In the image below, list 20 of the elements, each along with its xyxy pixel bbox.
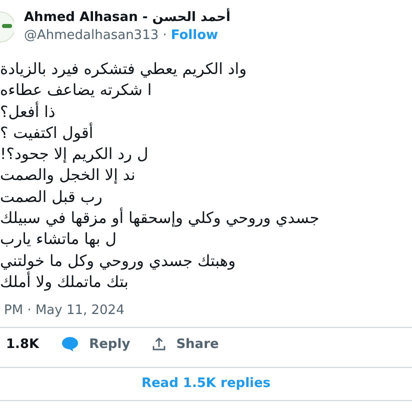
tweet-text-line: ا شكرته يضاعف عطاءه	[0, 80, 152, 102]
tweet-text-line: بتك ماتملك ولا أملك	[0, 272, 128, 293]
timestamp: PM · May 11, 2024	[4, 303, 126, 318]
tweet-text-line: رب قبل الصمت	[0, 186, 102, 208]
avatar	[0, 10, 14, 42]
author-handle: @Ahmedalhasan313 ·	[24, 28, 167, 43]
speech-bubble-icon	[61, 336, 80, 352]
tweet-text-line: أقول اكتفيت ؟	[0, 122, 94, 144]
tweet-text-line: جسدي وروحي وكلي وإسحقها أو مزقها في سبيلك	[0, 208, 320, 230]
reply-button[interactable]: Reply	[61, 336, 130, 352]
tweet-text-line: ند إلا الخجل والصمت	[0, 165, 136, 186]
tweet-text-line: ذا أفعل؟	[0, 102, 56, 123]
tweet-text-line: وهبتك جسدي وروحي وكل ما خولتني	[0, 250, 236, 272]
like-count: 1.8K	[6, 336, 40, 352]
share-button[interactable]: Share	[152, 336, 219, 352]
share-icon	[152, 337, 166, 352]
author-name: Ahmed Alhasan - أحمد الحسن	[24, 10, 230, 25]
tweet-text-line: ل بها ماتشاء يارب	[0, 229, 117, 250]
tweet-text-line: ل رد الكريم إلا جحود؟!	[0, 144, 148, 166]
tweet-text-line: واد الكريم يعطي فتشكره فيرد بالزيادة	[0, 59, 247, 80]
